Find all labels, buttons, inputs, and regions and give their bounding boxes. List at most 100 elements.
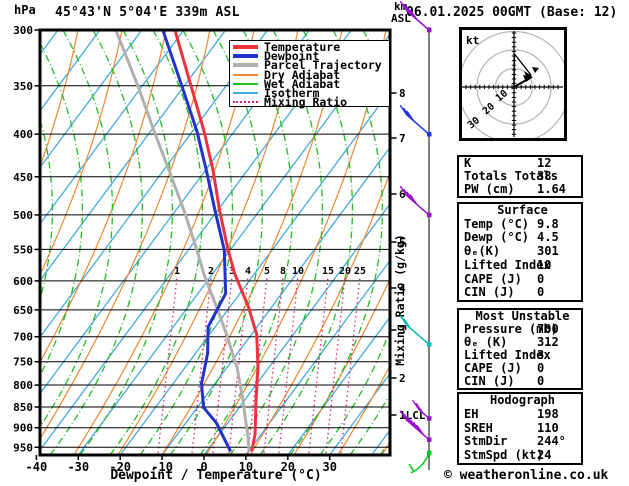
index-row: Lifted Index 10 [459, 257, 581, 273]
hodograph-unit-label: kt [466, 34, 479, 47]
index-label: SREH [464, 420, 493, 435]
index-label: CAPE (J) [464, 361, 522, 375]
index-label: CAPE (J) [464, 271, 522, 286]
index-row: Dewp (°C) 4.5 [459, 231, 581, 245]
mixing-ratio-axis-label: Mixing Ratio (g/kg) [393, 234, 407, 366]
index-value: 24 [537, 448, 552, 463]
mixing-ratio-value: 5 [264, 266, 270, 277]
mixing-ratio-value: 10 [292, 266, 304, 277]
legend-swatch-thick [233, 44, 258, 49]
wind-barb-feather [402, 107, 411, 119]
copyright-credit: © weatheronline.co.uk [444, 468, 609, 483]
index-value: 4.5 [537, 230, 559, 245]
wind-barb [408, 450, 432, 474]
index-row: CIN (J) 0 [459, 285, 581, 300]
hodograph-ring-label: 20 [481, 101, 497, 117]
wind-barb-feather [399, 104, 408, 116]
mixing-ratio-value: 4 [245, 266, 251, 277]
km-tick-label: 2 [399, 372, 406, 385]
pressure-tick-label: 500 [13, 209, 33, 222]
wind-barb-hook [410, 452, 430, 474]
pressure-tick-label: 950 [13, 441, 33, 454]
wind-barb-feather [402, 3, 411, 14]
pressure-tick-label: 300 [13, 24, 33, 37]
plot-legend: Temperature Dewpoint Parcel Trajectory Dry … [229, 40, 390, 110]
legend-swatch-dotted [233, 101, 258, 104]
index-value: 301 [537, 244, 559, 259]
legend-swatch-thin [233, 82, 258, 85]
pressure-tick-label: 700 [13, 331, 33, 344]
indices-box: Hodograph EH 198 SREH 110 StmDir 244° StmSpd (k… [457, 392, 583, 465]
index-label: θₑ (K) [464, 335, 508, 349]
wind-barb-feather [408, 463, 415, 473]
mixing-ratio-value: 2 [208, 266, 214, 277]
pressure-tick-label: 850 [13, 401, 33, 414]
x-axis-label: Dewpoint / Temperature (°C) [110, 468, 322, 483]
index-value: 1.64 [537, 182, 566, 196]
skewt-sounding-app: hPa 45°43'N 5°04'E 339m ASL km ASL 06.01… [0, 0, 629, 486]
mixing-ratio-value: 25 [354, 266, 366, 277]
pressure-tick-label: 600 [13, 275, 33, 288]
wind-barb [399, 185, 432, 218]
pressure-tick-label: 650 [13, 304, 33, 317]
mixing-ratio-line [278, 276, 299, 454]
pressure-tick-label: 400 [13, 128, 33, 141]
legend-label: Mixing Ratio [264, 95, 348, 110]
mixing-ratio-value: 15 [322, 266, 334, 277]
wet-adiabat-line [49, 30, 144, 455]
index-label: CIN (J) [464, 285, 515, 300]
index-row: StmDir 244° [459, 434, 581, 449]
km-tick-label: 8 [399, 87, 406, 100]
index-row: PW (cm) 1.64 [459, 183, 581, 196]
pressure-tick-label: 800 [13, 379, 33, 392]
indices-box: K 12 Totals Totals 38 PW (cm) 1.64 [457, 155, 583, 198]
mixing-ratio-line [191, 276, 212, 454]
index-row: EH 198 [459, 406, 581, 422]
pressure-tick-label: 900 [13, 422, 33, 435]
indices-box-title: Surface [497, 203, 548, 217]
index-value: 0 [537, 285, 545, 300]
wind-barb [399, 0, 432, 33]
index-row: StmSpd (kt) 24 [459, 448, 581, 463]
index-value: 0 [537, 271, 545, 286]
index-label: CIN (J) [464, 374, 515, 388]
legend-swatch-thin [233, 92, 258, 95]
hodograph: 102030kt [459, 27, 567, 141]
legend-swatch-thick [233, 63, 258, 68]
index-row: θₑ(K) 301 [459, 244, 581, 259]
hodograph-arrowhead [532, 67, 539, 73]
legend-item: Mixing Ratio [233, 95, 389, 110]
index-row: CIN (J) 0 [459, 375, 581, 388]
index-value: 0 [537, 374, 545, 388]
mixing-ratio-line [325, 276, 346, 454]
pressure-tick-label: 350 [13, 80, 33, 93]
index-label: Dewp (°C) [464, 230, 530, 245]
index-value: 110 [537, 420, 559, 435]
index-label: StmDir [464, 434, 508, 449]
index-value: 198 [537, 406, 559, 421]
index-value: 9.8 [537, 216, 559, 231]
indices-box-title: Hodograph [489, 393, 556, 407]
wind-barb-feather [399, 0, 408, 12]
legend-swatch-thin [233, 73, 258, 76]
pressure-tick-label: 750 [13, 356, 33, 369]
index-row: SREH 110 [459, 420, 581, 436]
index-label: θₑ(K) [464, 244, 501, 259]
index-value: 10 [537, 257, 552, 272]
index-value: 244° [537, 434, 566, 449]
mixing-ratio-line [157, 276, 178, 454]
indices-box: Most Unstable Pressure (mb) 700 θₑ (K) 312 Li… [457, 308, 583, 390]
pressure-tick-label: 550 [13, 243, 33, 256]
legend-swatch-thick [233, 53, 258, 58]
index-label: Temp (°C) [464, 216, 530, 231]
mixing-ratio-value: 20 [339, 266, 351, 277]
hodograph-trace [513, 53, 516, 88]
hodograph-trace [513, 53, 532, 76]
indices-box: Surface Temp (°C) 9.8 Dewp (°C) 4.5 θₑ(K) 301 L… [457, 202, 583, 302]
km-tick-label: 7 [399, 132, 406, 145]
mixing-ratio-value: 8 [280, 266, 286, 277]
index-label: EH [464, 406, 479, 421]
index-label: StmSpd (kt) [464, 448, 544, 463]
index-label: K [464, 156, 472, 170]
index-label: PW (cm) [464, 182, 515, 196]
